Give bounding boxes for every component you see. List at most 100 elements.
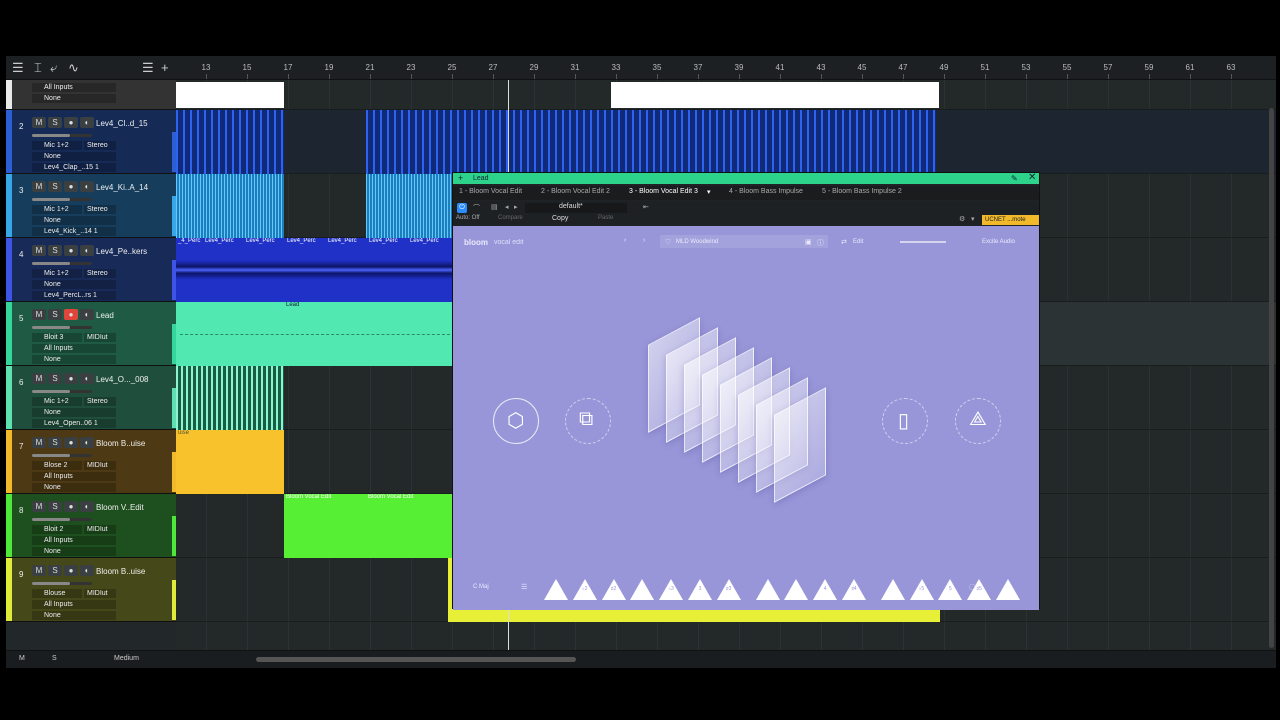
mute-button[interactable]: M (32, 309, 46, 320)
sun-icon[interactable]: ☼ (1004, 583, 1010, 590)
curve-tool-icon[interactable]: ∿ (68, 60, 79, 76)
io-tag[interactable]: Stereo (84, 269, 116, 278)
record-icon[interactable]: ● (64, 117, 78, 128)
monitor-icon[interactable]: ◐ (80, 437, 94, 448)
io-tag[interactable]: MIDIut (84, 589, 116, 598)
solo-button[interactable]: S (48, 245, 62, 256)
solo-button[interactable]: S (48, 501, 62, 512)
monitor-icon[interactable]: ◐ (80, 565, 94, 576)
mute-button[interactable]: M (32, 501, 46, 512)
preset-select[interactable]: default* (525, 203, 627, 213)
save-preset-icon[interactable]: ▤ (491, 203, 498, 211)
info-icon[interactable]: ⓘ (817, 238, 824, 248)
io-tag[interactable]: MIDIut (84, 525, 116, 534)
copy-button[interactable]: Copy (552, 215, 568, 222)
mute-button[interactable]: M (32, 245, 46, 256)
clip[interactable]: Bloom Vocal Edit (366, 494, 456, 558)
monitor-icon[interactable]: ◐ (80, 117, 94, 128)
tab-plugin-5[interactable]: 5 - Bloom Bass Impulse 2 (822, 188, 902, 195)
record-icon[interactable]: ● (64, 373, 78, 384)
io-select[interactable]: Bloit 3 (32, 333, 82, 342)
monitor-icon[interactable]: ◐ (80, 181, 94, 192)
gear-icon[interactable]: ⚙ (959, 215, 965, 223)
io-select[interactable]: Lev4_Open..06 1 (32, 419, 116, 428)
io-tag[interactable]: Stereo (84, 141, 116, 150)
monitor-icon[interactable]: ◐ (80, 373, 94, 384)
edit-button[interactable]: Edit (853, 239, 863, 245)
clip[interactable] (176, 366, 284, 430)
timeline-ruler[interactable]: 13 15 17 19 21 23 25 27 29 31 33 35 37 39 41 43 45 47 49 51… (176, 56, 1276, 80)
io-select[interactable]: All Inputs (32, 83, 116, 92)
solo-button[interactable]: S (48, 117, 62, 128)
solo-button[interactable]: S (48, 373, 62, 384)
mute-button[interactable]: M (32, 373, 46, 384)
io-select[interactable]: Blouse (32, 589, 82, 598)
track-header[interactable]: 3 M S ● ◐ Lev4_Ki..A_14 Mic 1+2 None Lev4_Kick_.… (6, 174, 176, 238)
paste-button[interactable]: Paste (598, 215, 613, 221)
power-icon[interactable]: ⏻ (457, 203, 467, 213)
zoom-select[interactable]: Medium (114, 655, 139, 662)
list-icon[interactable]: ☰ (521, 583, 527, 591)
io-select[interactable]: Lev4_Clap_..15 1 (32, 163, 116, 172)
track-header[interactable]: 8 M S ● ◐ Bloom V..Edit Bloit 2 All Inputs None M… (6, 494, 176, 558)
io-select[interactable]: None (32, 547, 116, 556)
scale-key-button[interactable] (544, 579, 568, 600)
chevron-down-icon[interactable]: ▾ (707, 188, 711, 196)
track-header[interactable]: 9 M S ● ◐ Bloom B..uise Blouse All Inputs None MI… (6, 558, 176, 622)
scale-key-button[interactable] (630, 579, 655, 600)
monitor-icon[interactable]: ◐ (80, 501, 94, 512)
track-name[interactable]: Lev4_Cl..d_15 (96, 119, 148, 128)
track-header[interactable]: 7 M S ● ◐ Bloom B..uise Blose 2 All Inputs None M… (6, 430, 176, 494)
square-icon[interactable]: ▢ (969, 583, 976, 591)
record-icon[interactable]: ● (64, 501, 78, 512)
close-icon[interactable]: ✕ (1028, 172, 1036, 183)
plugin-title[interactable]: Lead (453, 173, 1039, 184)
record-icon[interactable]: ● (64, 245, 78, 256)
volume-fader[interactable] (32, 582, 92, 585)
scale-key-button[interactable] (755, 579, 780, 600)
track-header[interactable]: 4 M S ● ◐ Lev4_Pe..kers Mic 1+2 None Lev4_PercL.… (6, 238, 176, 302)
volume-fader[interactable] (32, 262, 92, 265)
io-select[interactable]: Lev4_Kick_..14 1 (32, 227, 116, 236)
clip[interactable]: Bloom Vocal Edit (284, 494, 366, 558)
mute-all-button[interactable]: M (19, 655, 25, 662)
prev-preset-icon[interactable]: ◂ (505, 203, 509, 211)
menu-icon[interactable]: ☰ (12, 60, 24, 76)
clip[interactable] (366, 110, 936, 174)
monitor-icon[interactable]: ◐ (80, 309, 94, 320)
track-name[interactable]: Lev4_O..._008 (96, 375, 148, 384)
scale-key-button[interactable] (880, 579, 905, 600)
track-name[interactable]: Bloom V..Edit (96, 503, 144, 512)
io-tag[interactable]: Stereo (84, 205, 116, 214)
io-select[interactable]: Blose 2 (32, 461, 82, 470)
sidechain-icon[interactable]: ⇤ (643, 203, 649, 211)
io-select[interactable]: None (32, 483, 116, 492)
clip[interactable] (176, 82, 284, 108)
volume-fader[interactable] (32, 326, 92, 329)
volume-fader[interactable] (32, 198, 92, 201)
track-name[interactable]: Bloom B..uise (96, 439, 145, 448)
io-select[interactable]: None (32, 611, 116, 620)
remote-button[interactable]: UCNET ...mote (982, 215, 1039, 225)
scale-key[interactable]: C Maj (473, 584, 489, 590)
solo-button[interactable]: S (48, 181, 62, 192)
io-select[interactable]: Mic 1+2 (32, 205, 82, 214)
horizontal-scrollbar[interactable] (256, 657, 576, 662)
tab-plugin-3[interactable]: 3 - Bloom Vocal Edit 3 (629, 188, 698, 195)
mute-button[interactable]: M (32, 437, 46, 448)
io-select[interactable]: None (32, 216, 116, 225)
mute-button[interactable]: M (32, 565, 46, 576)
next-preset-icon[interactable]: ▸ (514, 203, 518, 211)
tab-plugin-4[interactable]: 4 - Bloom Bass Impulse (729, 188, 803, 195)
prev-preset-icon[interactable]: ‹ (624, 237, 626, 244)
clip[interactable]: Lead (176, 302, 456, 366)
volume-fader[interactable] (32, 454, 92, 457)
clip[interactable] (611, 82, 939, 108)
record-icon[interactable]: ● (64, 309, 78, 320)
track-name[interactable]: Bloom B..uise (96, 567, 145, 576)
track-name[interactable]: Lead (96, 311, 114, 320)
volume-fader[interactable] (32, 518, 92, 521)
mute-button[interactable]: M (32, 117, 46, 128)
clip[interactable] (366, 174, 456, 238)
plus-icon[interactable]: + (458, 173, 463, 183)
